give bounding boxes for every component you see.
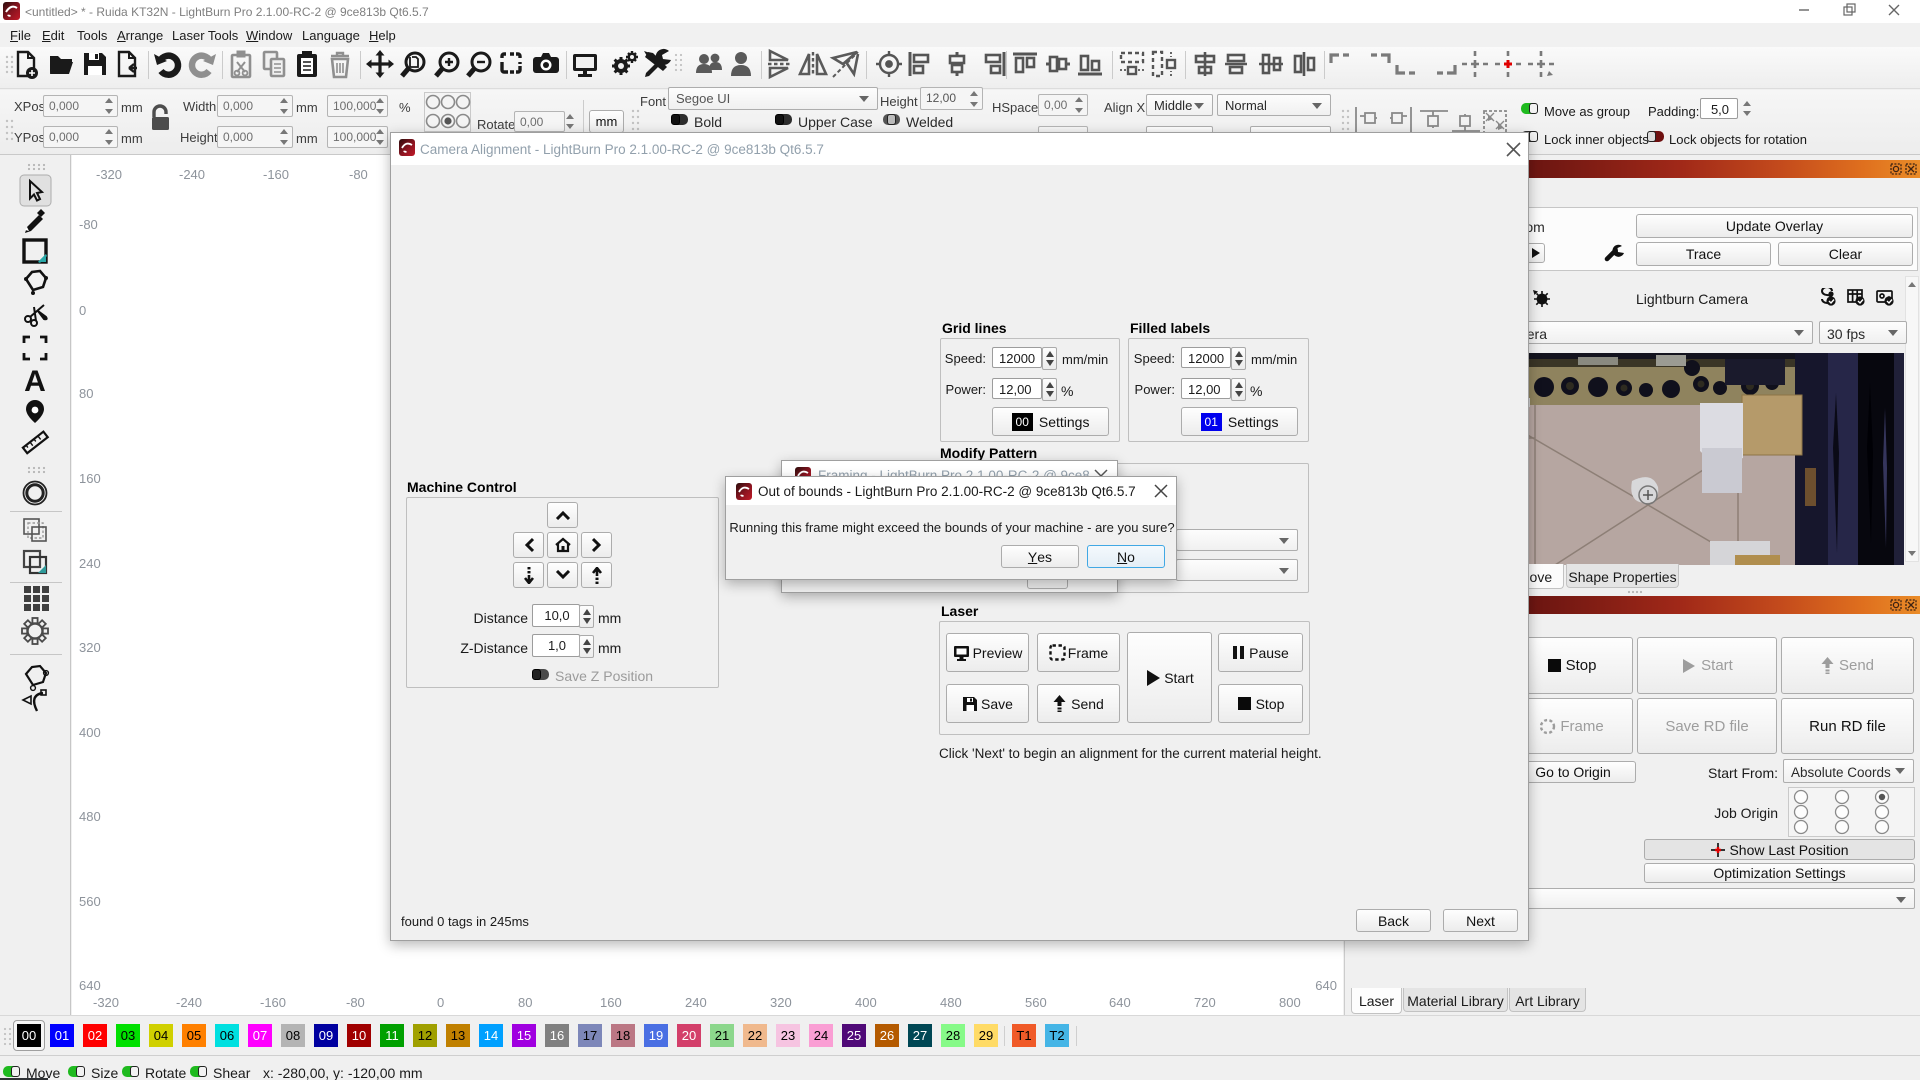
svg-text:A: A xyxy=(24,365,46,398)
